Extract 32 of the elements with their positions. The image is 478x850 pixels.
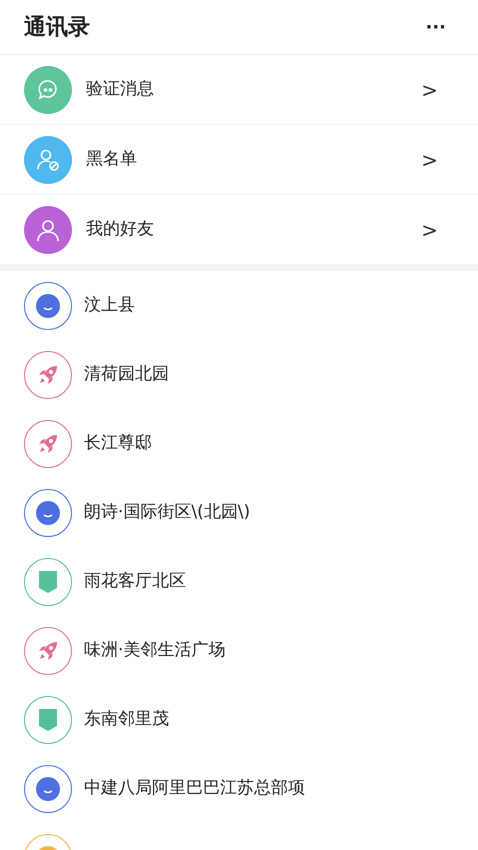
- contact-name: 东南邻里茂: [84, 708, 169, 731]
- menu-label: 我的好友: [86, 218, 155, 241]
- contact-item[interactable]: 雨花客厅北区: [0, 547, 478, 616]
- contact-name: 汶上县: [84, 294, 135, 317]
- menu-item[interactable]: 黑名单 >: [0, 125, 478, 195]
- chevron-icon: >: [421, 144, 438, 174]
- smiley-icon: [36, 500, 60, 524]
- contact-item[interactable]: 长江尊邸: [0, 409, 478, 478]
- contact-name: 长江尊邸: [84, 432, 152, 455]
- contact-name: 味洲·美邻生活广场: [84, 638, 226, 662]
- menu-label: 验证消息: [86, 78, 155, 101]
- shield-icon: [37, 570, 59, 594]
- contact-item[interactable]: 朗诗·国际街区\(北园\): [0, 478, 478, 547]
- contact-item[interactable]: 清荷园北园: [0, 340, 478, 409]
- contact-item[interactable]: 味洲·美邻生活广场: [0, 616, 478, 685]
- contact-name: 朗诗·国际街区\(北园\): [84, 500, 250, 524]
- contact-item[interactable]: 东南邻里茂: [0, 685, 478, 754]
- more-button[interactable]: ···: [421, 14, 450, 40]
- smiley-icon: [36, 776, 60, 800]
- contact-name: 清荷园北园: [84, 362, 169, 386]
- smiley-icon: [36, 294, 60, 318]
- shield-icon: [37, 708, 59, 732]
- page-title: 通讯录: [24, 14, 90, 42]
- chevron-icon: >: [421, 214, 438, 244]
- menu-item[interactable]: 验证消息 >: [0, 55, 478, 125]
- chevron-icon: >: [421, 74, 438, 104]
- contact-name: 雨花客厅北区: [84, 570, 186, 593]
- blocked-user-icon: [35, 146, 61, 172]
- contact-item[interactable]: 汶上县: [0, 271, 478, 340]
- menu-label: 黑名单: [86, 148, 138, 171]
- contact-name: 中建八局阿里巴巴江苏总部项: [84, 776, 305, 800]
- contact-item[interactable]: 中建八局阿里巴巴江苏总部项: [0, 754, 478, 823]
